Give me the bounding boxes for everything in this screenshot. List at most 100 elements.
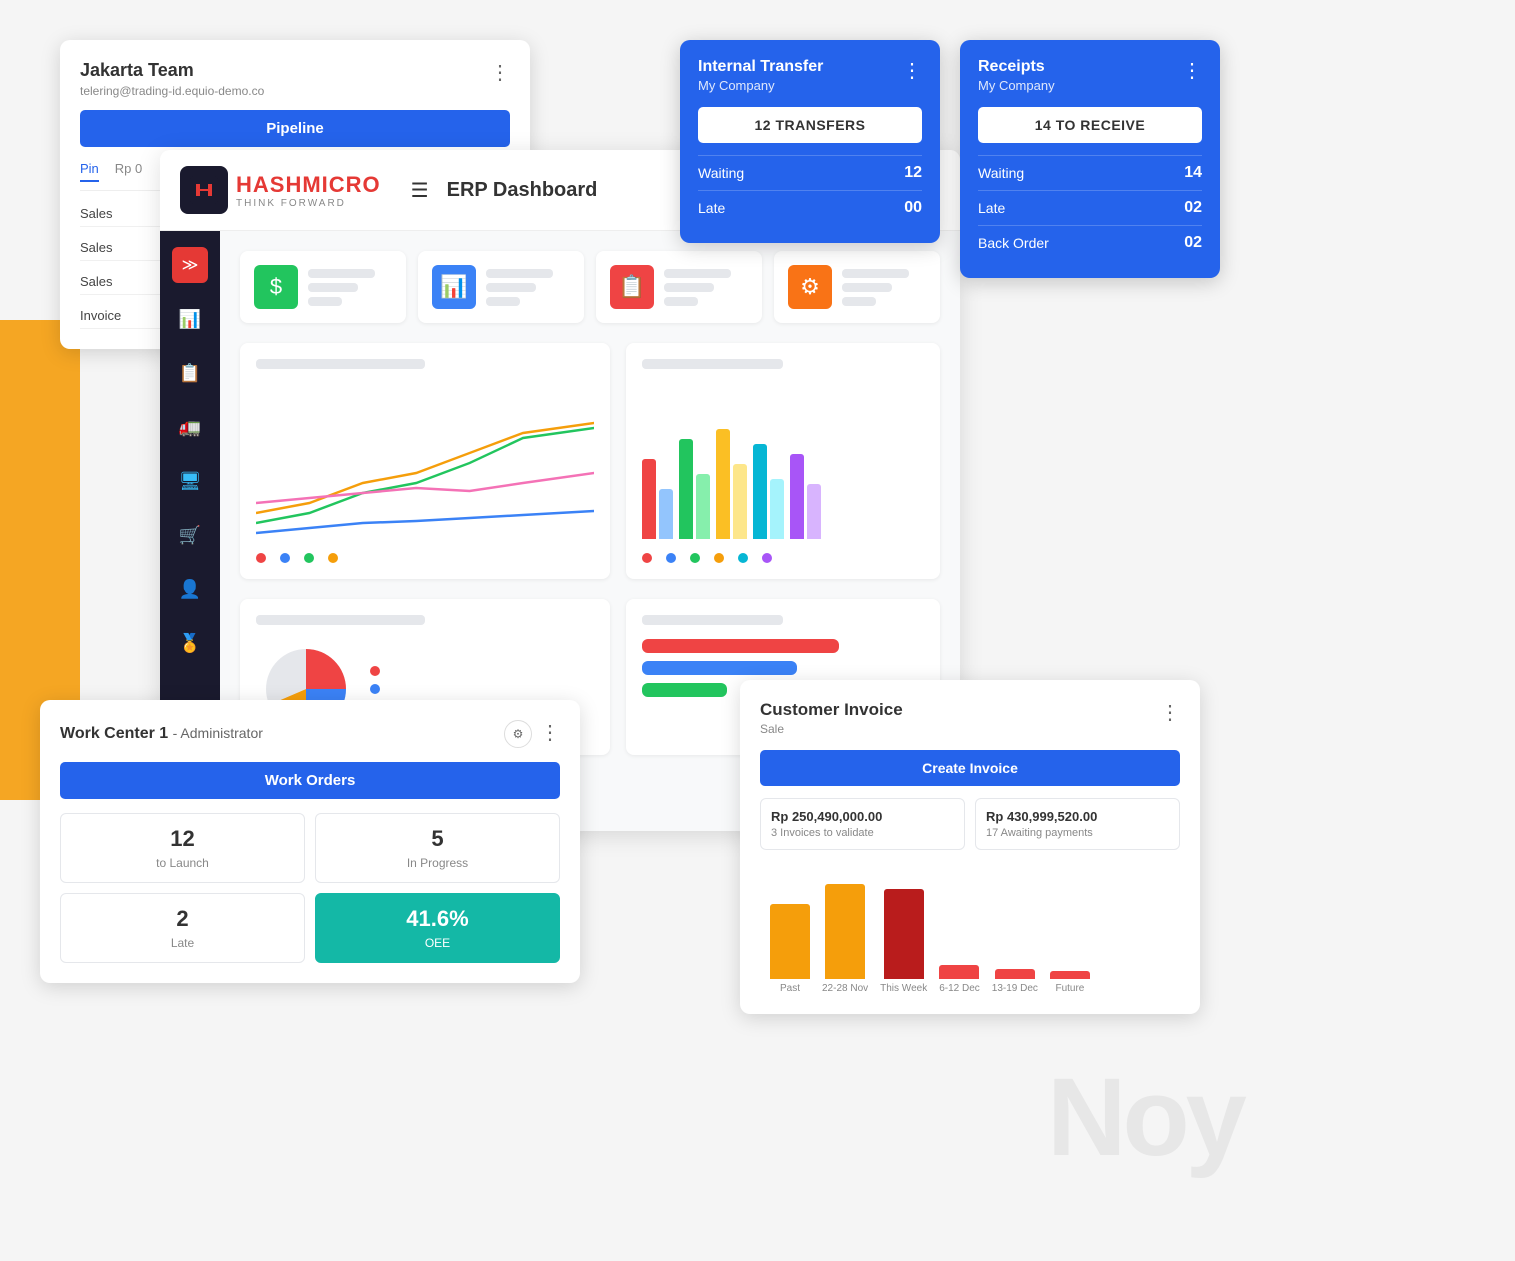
jakarta-menu-dots[interactable]: ⋮ (490, 60, 510, 85)
jakarta-title: Jakarta Team (80, 60, 264, 81)
metric-icon-gear: ⚙ (788, 265, 832, 309)
pipeline-button[interactable]: Pipeline (80, 110, 510, 147)
tab-rp[interactable]: Rp 0 (115, 161, 142, 182)
inv-bar-group-6dec: 6-12 Dec (939, 965, 980, 994)
metric-line (842, 283, 892, 292)
work-orders-button[interactable]: Work Orders (60, 762, 560, 799)
metric-line (486, 297, 520, 306)
pie-legend-item (370, 684, 380, 694)
workcenter-title-area: Work Center 1 - Administrator (60, 725, 263, 743)
metric-card-analytics: 📊 (418, 251, 584, 323)
tab-pin[interactable]: Pin (80, 161, 99, 182)
legend-dot (762, 553, 772, 563)
sidebar-icon-monitor[interactable]: 🖥 (172, 463, 208, 499)
hbar (642, 683, 727, 697)
list-item-label: Sales (80, 206, 113, 221)
bar (679, 439, 693, 539)
inv-bar (884, 889, 924, 979)
wc-stat-label: Late (73, 936, 292, 950)
receipts-stat-value: 14 (1184, 164, 1202, 182)
legend-dot (256, 553, 266, 563)
transfers-button[interactable]: 12 TRANSFERS (698, 107, 922, 143)
receive-button[interactable]: 14 TO RECEIVE (978, 107, 1202, 143)
hashmicro-logo-text: HASHMICRO THINK FORWARD (236, 172, 381, 209)
bar (696, 474, 710, 539)
inv-bar-group-thisweek: This Week (880, 889, 927, 994)
inv-bar-label: 22-28 Nov (822, 983, 868, 994)
list-item-label: Invoice (80, 308, 121, 323)
receipts-stat-late: Late 02 (978, 190, 1202, 225)
inv-bar (995, 969, 1035, 979)
hbar-chart-title (642, 615, 783, 625)
sidebar-icon-chart[interactable]: 📊 (172, 301, 208, 337)
hbar (642, 639, 839, 653)
metric-line (308, 283, 358, 292)
metric-icon-list: 📋 (610, 265, 654, 309)
invoice-menu-dots[interactable]: ⋮ (1160, 700, 1180, 725)
legend-item (714, 553, 724, 563)
wc-stat-progress: 5 In Progress (315, 813, 560, 883)
invoice-bar-chart: Past 22-28 Nov This Week 6-12 Dec 13-19 … (760, 864, 1180, 994)
workcenter-menu-dots[interactable]: ⋮ (540, 720, 560, 748)
metric-line (664, 283, 714, 292)
chart-title-placeholder (256, 359, 425, 369)
legend-item (280, 553, 290, 563)
list-item-label: Sales (80, 274, 113, 289)
sidebar-icon-truck[interactable]: 🚛 (172, 409, 208, 445)
list-item-label: Sales (80, 240, 113, 255)
transfer-stat-value: 12 (904, 164, 922, 182)
wc-stat-oee-value: 41.6% (328, 906, 547, 932)
receipts-subtitle: My Company (978, 78, 1055, 93)
inv-bar (770, 904, 810, 979)
transfer-subtitle: My Company (698, 78, 823, 93)
transfer-stat-waiting: Waiting 12 (698, 155, 922, 190)
receipts-stat-label: Back Order (978, 235, 1049, 251)
invoice-amount-label: 3 Invoices to validate (771, 827, 954, 839)
wc-stat-label: In Progress (328, 856, 547, 870)
bar-chart-container (642, 383, 924, 543)
invoice-amount-validate: Rp 250,490,000.00 3 Invoices to validate (760, 798, 965, 850)
hamburger-icon[interactable]: ☰ (411, 178, 429, 203)
inv-bar-label: Future (1055, 983, 1084, 994)
bar-group (716, 429, 747, 539)
workcenter-title: Work Center 1 (60, 725, 168, 742)
sidebar-icon-list[interactable]: 📋 (172, 355, 208, 391)
transfer-card-header: Internal Transfer My Company ⋮ (698, 58, 922, 93)
legend-item (690, 553, 700, 563)
legend-item (256, 553, 266, 563)
transfer-menu-dots[interactable]: ⋮ (902, 58, 922, 83)
wc-stat-num: 2 (73, 906, 292, 932)
transfer-stat-late: Late 00 (698, 190, 922, 225)
invoice-title: Customer Invoice (760, 700, 903, 720)
sidebar-icon-expand[interactable]: ≫ (172, 247, 208, 283)
inv-bar-label: 6-12 Dec (939, 983, 980, 994)
receipts-stat-value: 02 (1184, 199, 1202, 217)
legend-item (304, 553, 314, 563)
sidebar-icon-user[interactable]: 👤 (172, 571, 208, 607)
bar (659, 489, 673, 539)
bar (733, 464, 747, 539)
receipts-menu-dots[interactable]: ⋮ (1182, 58, 1202, 83)
charts-row (240, 343, 940, 579)
metric-card-red: 📋 (596, 251, 762, 323)
inv-bar-group-13dec: 13-19 Dec (992, 969, 1038, 994)
inv-bar-label: This Week (880, 983, 927, 994)
erp-dashboard-title: ERP Dashboard (447, 179, 598, 202)
line-chart-card (240, 343, 610, 579)
bar (716, 429, 730, 539)
create-invoice-button[interactable]: Create Invoice (760, 750, 1180, 786)
receipts-info: Receipts My Company (978, 58, 1055, 93)
receipts-stat-backorder: Back Order 02 (978, 225, 1202, 260)
inv-bar (1050, 971, 1090, 979)
transfer-info: Internal Transfer My Company (698, 58, 823, 93)
metric-card-sales: $ (240, 251, 406, 323)
sidebar-icon-award[interactable]: 🏅 (172, 625, 208, 661)
wc-stat-label: to Launch (73, 856, 292, 870)
wc-stat-oee-label: OEE (328, 936, 547, 950)
erp-logo: HASHMICRO THINK FORWARD (180, 166, 381, 214)
workcenter-settings-icon[interactable]: ⚙ (504, 720, 532, 748)
bar-chart-title-placeholder (642, 359, 783, 369)
sidebar-icon-cart[interactable]: 🛒 (172, 517, 208, 553)
inv-bar-group-future: Future (1050, 971, 1090, 994)
metric-line (308, 269, 375, 278)
